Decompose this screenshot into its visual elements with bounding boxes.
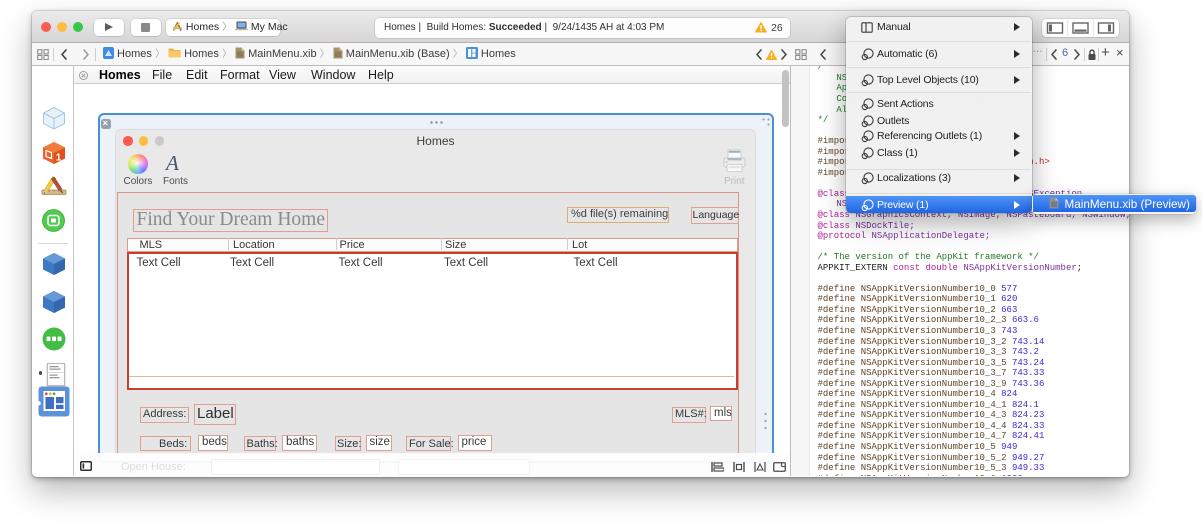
svg-text:1: 1 [56, 153, 62, 164]
